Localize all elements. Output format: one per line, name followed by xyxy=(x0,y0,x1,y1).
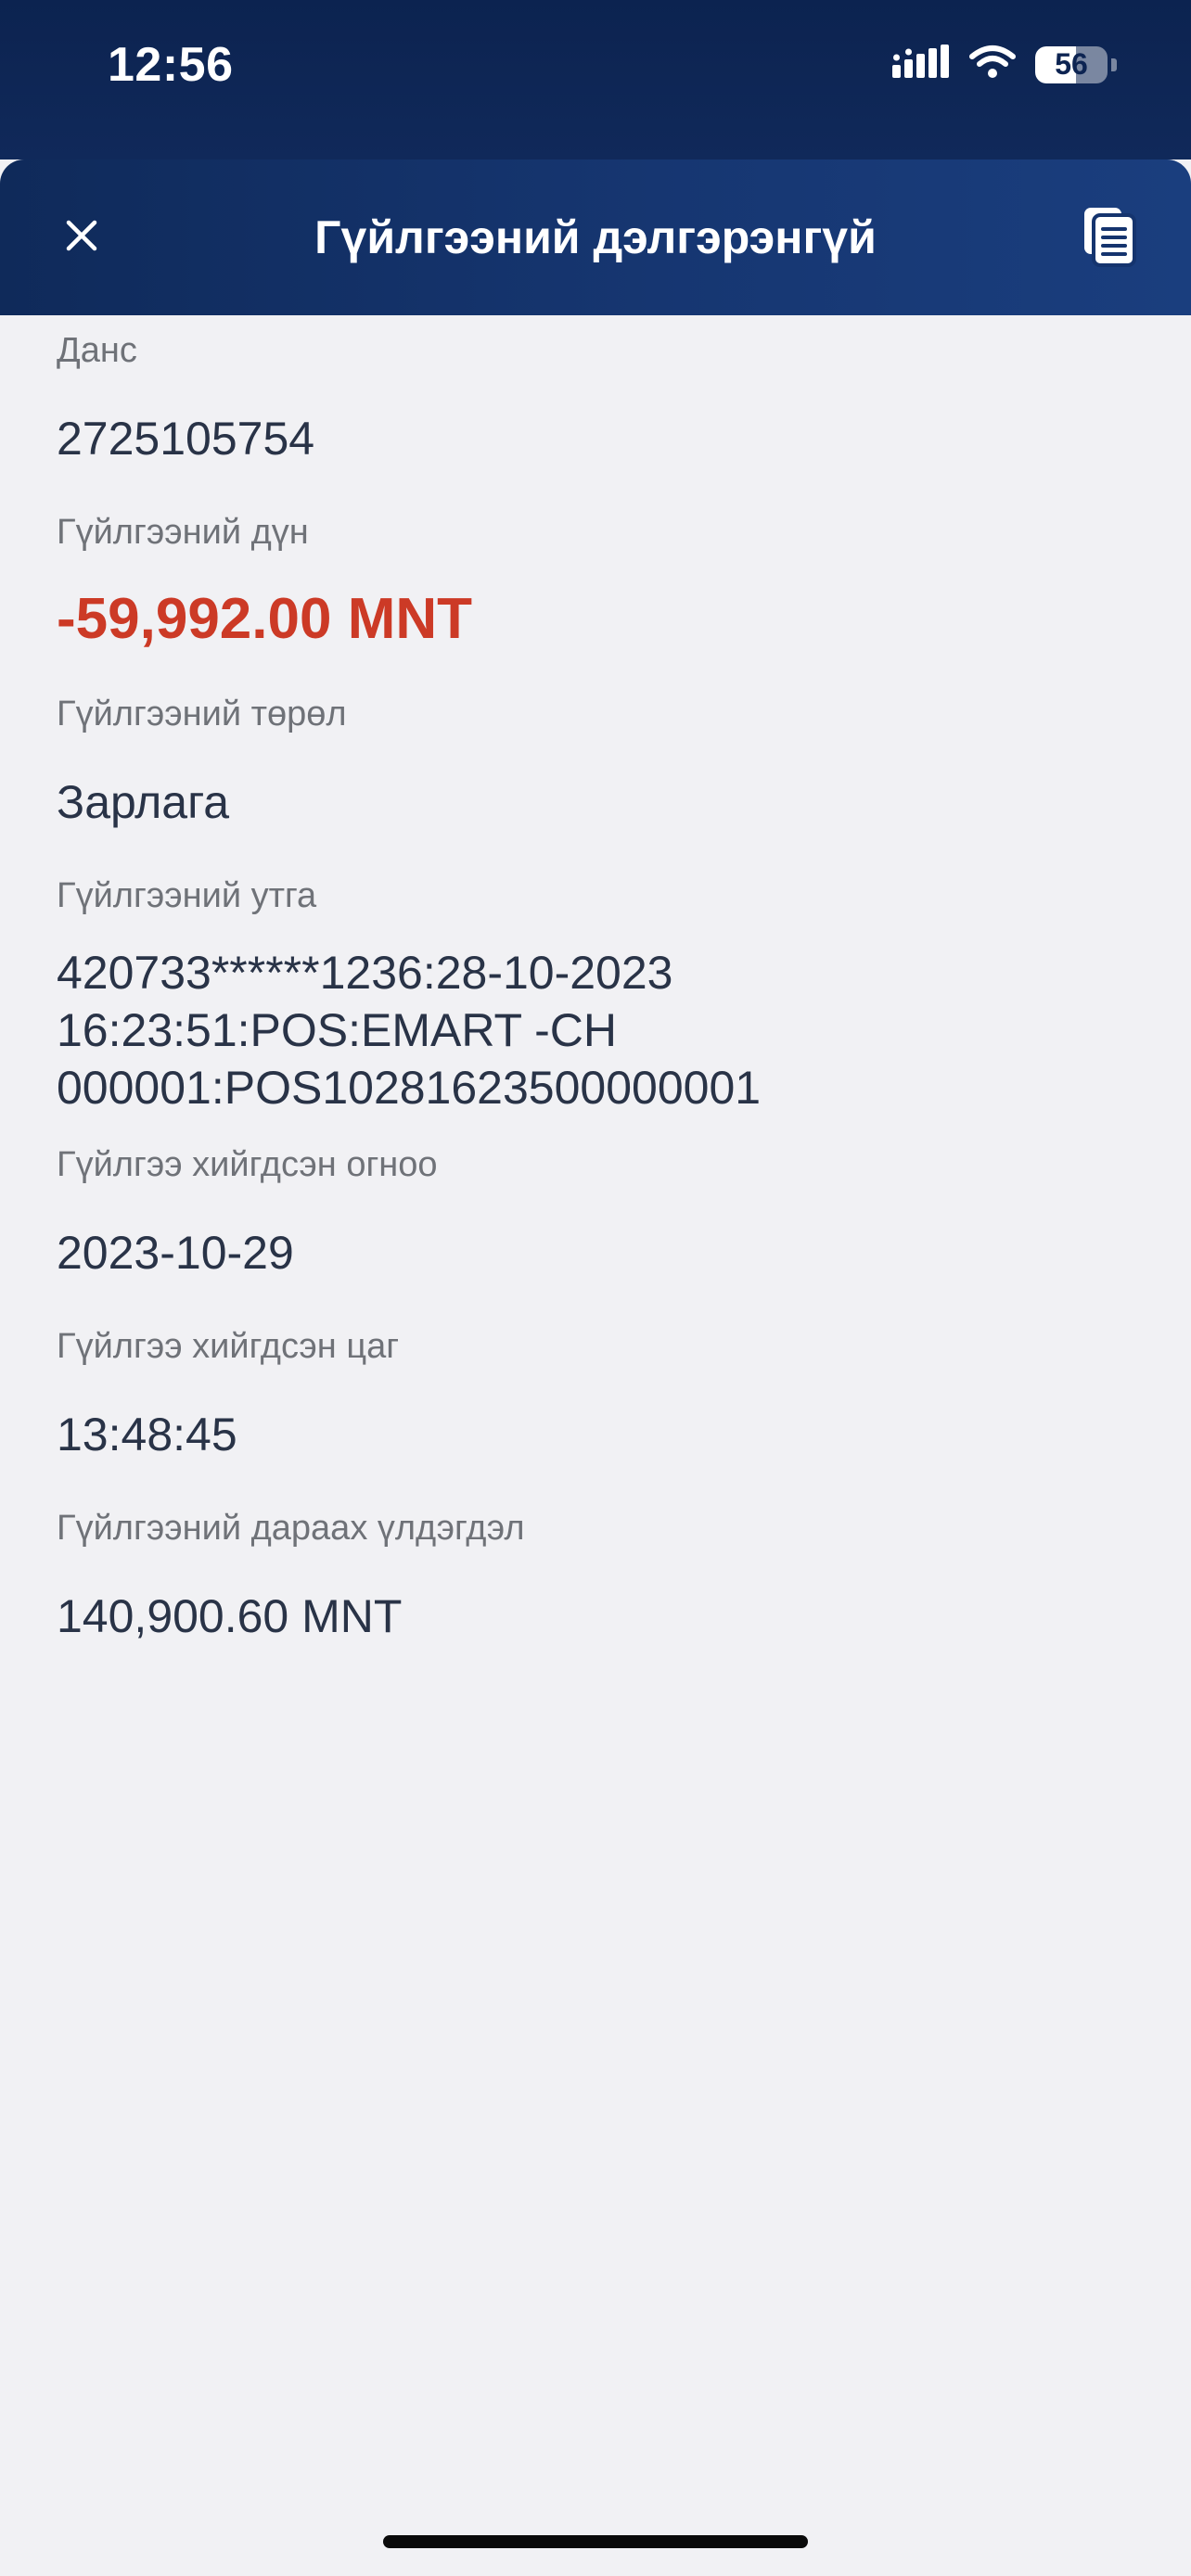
status-bar: 12:56 56 xyxy=(0,0,1191,159)
time-field: Гүйлгээ хийгдсэн цаг 13:48:45 xyxy=(57,1311,1142,1493)
account-field: Данс 2725105754 xyxy=(57,315,1142,497)
date-value: 2023-10-29 xyxy=(57,1227,294,1279)
type-label: Гүйлгээний төрөл xyxy=(57,695,347,733)
balance-label: Гүйлгээний дараах үлдэгдэл xyxy=(57,1509,525,1548)
date-field: Гүйлгээ хийгдсэн огноо 2023-10-29 xyxy=(57,1129,1142,1311)
time-label: Гүйлгээ хийгдсэн цаг xyxy=(57,1327,400,1366)
account-label: Данс xyxy=(57,331,137,370)
balance-field: Гүйлгээний дараах үлдэгдэл 140,900.60 MN… xyxy=(57,1493,1142,1675)
battery-nub xyxy=(1111,57,1117,71)
description-value: 420733******1236:28-10-2023 16:23:51:POS… xyxy=(57,947,762,1114)
nav-header: Гүйлгээний дэлгэрэнгүй xyxy=(0,159,1191,315)
battery-icon: 56 xyxy=(1035,45,1108,83)
amount-label: Гүйлгээний дүн xyxy=(57,513,309,552)
type-value: Зарлага xyxy=(57,776,230,828)
copy-document-icon xyxy=(1081,204,1138,272)
close-button[interactable] xyxy=(41,197,122,278)
transaction-detail-screen: 12:56 56 Гүйлгээний дэлгэрэнгүй Данс 272… xyxy=(0,0,1191,2576)
type-field: Гүйлгээний төрөл Зарлага xyxy=(57,679,1142,861)
status-icons: 56 xyxy=(892,45,1117,84)
amount-value: -59,992.00 MNT xyxy=(57,587,472,651)
copy-button[interactable] xyxy=(1067,195,1152,280)
date-label: Гүйлгээ хийгдсэн огноо xyxy=(57,1145,438,1184)
description-field: Гүйлгээний утга 420733******1236:28-10-2… xyxy=(57,861,1142,1129)
amount-field: Гүйлгээний дүн -59,992.00 MNT xyxy=(57,497,1142,679)
status-time: 12:56 xyxy=(108,38,234,92)
home-indicator[interactable] xyxy=(383,2535,808,2548)
detail-list: Данс 2725105754 Гүйлгээний дүн -59,992.0… xyxy=(57,315,1142,1675)
close-icon xyxy=(63,217,100,259)
balance-value: 140,900.60 MNT xyxy=(57,1590,403,1642)
page-title: Гүйлгээний дэлгэрэнгүй xyxy=(314,211,877,263)
wifi-icon xyxy=(968,45,1017,84)
cellular-signal-icon xyxy=(892,45,950,84)
battery-level: 56 xyxy=(1055,47,1088,81)
account-value: 2725105754 xyxy=(57,413,315,465)
time-value: 13:48:45 xyxy=(57,1409,237,1460)
description-label: Гүйлгээний утга xyxy=(57,876,317,915)
